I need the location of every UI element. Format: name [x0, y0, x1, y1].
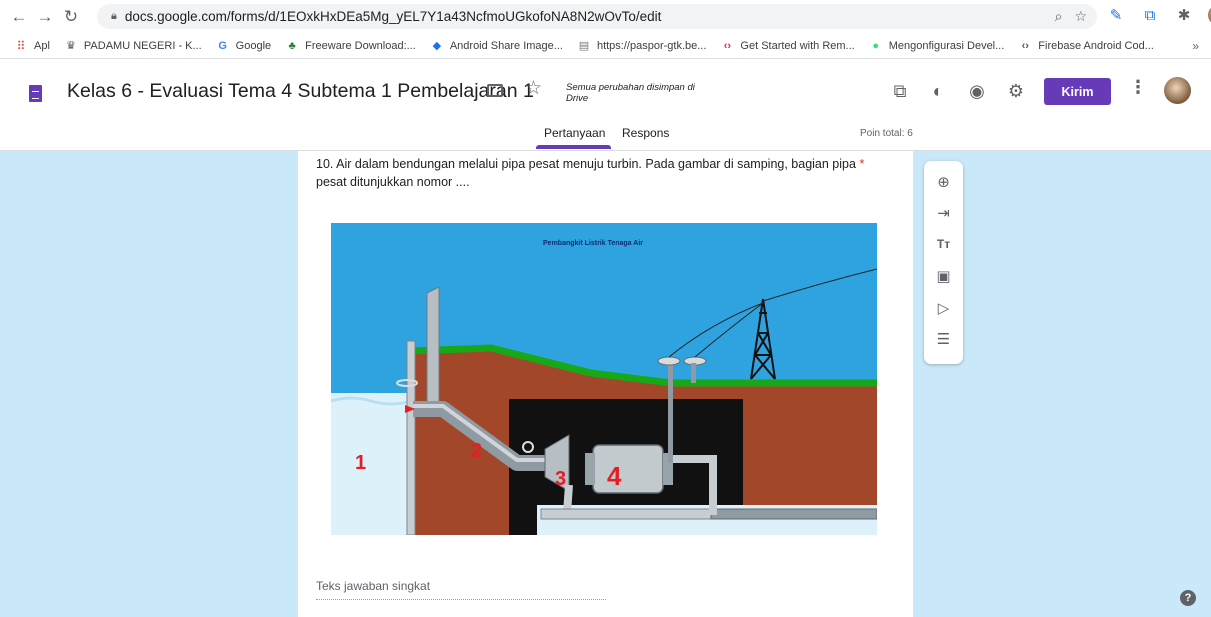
palette-icon[interactable]: ◐: [926, 79, 950, 103]
bookmarks-bar: ⠿ Apl ♛ PADAMU NEGERI - K... G Google ♣ Free…: [0, 33, 1211, 59]
eyedropper-icon[interactable]: ✎: [1106, 5, 1126, 25]
import-questions-icon[interactable]: ⇥: [933, 202, 954, 223]
question-card[interactable]: 10. Air dalam bendungan melalui pipa pes…: [298, 151, 913, 617]
google-icon: G: [218, 39, 227, 52]
label-2: 2: [471, 440, 482, 462]
extensions-puzzle-icon[interactable]: ✱: [1174, 5, 1194, 25]
more-options-icon[interactable]: ⋮: [1129, 77, 1147, 98]
required-asterisk: *: [859, 157, 865, 171]
forms-logo-icon[interactable]: [29, 85, 42, 102]
bookmark-star-icon[interactable]: ☆: [1074, 8, 1087, 25]
form-title[interactable]: Kelas 6 - Evaluasi Tema 4 Subtema 1 Pemb…: [67, 80, 534, 103]
save-status: Semua perubahan disimpan di Drive: [566, 82, 695, 104]
add-title-icon[interactable]: Tт: [933, 233, 954, 254]
settings-gear-icon[interactable]: ⚙: [1004, 79, 1028, 103]
bookmark-item[interactable]: ● Mengonfigurasi Devel...: [869, 39, 1004, 53]
add-image-icon[interactable]: ▣: [933, 265, 954, 286]
bookmark-item[interactable]: ♛ PADAMU NEGERI - K...: [64, 39, 202, 53]
add-question-icon[interactable]: ⊕: [933, 171, 954, 192]
apps-grid-icon: ⠿: [16, 38, 26, 53]
android-icon: ●: [872, 39, 880, 52]
help-icon[interactable]: ?: [1180, 590, 1196, 606]
lock-icon: 🔒︎: [111, 10, 117, 22]
diagram-caption: Pembangkit Listrik Tenaga Air: [543, 240, 643, 247]
addons-puzzle-icon[interactable]: ⧉: [888, 79, 912, 103]
label-4: 4: [607, 461, 622, 491]
folder-icon[interactable]: [487, 84, 503, 97]
star-icon[interactable]: ☆: [525, 77, 542, 100]
browser-toolbar: ← → ↻ 🔒︎ docs.google.com/forms/d/1EOxkHx…: [0, 0, 1211, 33]
total-points: Poin total: 6: [860, 128, 913, 139]
label-3: 3: [555, 468, 566, 490]
question-text[interactable]: 10. Air dalam bendungan melalui pipa pes…: [316, 155, 901, 191]
question-image: Pembangkit Listrik Tenaga Air 1 2 3 4: [331, 223, 877, 535]
tab-questions[interactable]: Pertanyaan: [544, 126, 605, 140]
code-icon: ‹›: [1021, 39, 1029, 52]
share-icon: ◆: [432, 40, 442, 52]
url-text: docs.google.com/forms/d/1EOxkHxDEa5Mg_yE…: [124, 9, 662, 24]
forms-header: Kelas 6 - Evaluasi Tema 4 Subtema 1 Pemb…: [0, 59, 1211, 151]
add-section-icon[interactable]: ☰: [933, 328, 954, 349]
reservoir-water: [331, 393, 411, 535]
preview-eye-icon[interactable]: ◉: [965, 79, 989, 103]
person-extension-icon[interactable]: ⧉: [1140, 5, 1160, 25]
bookmarks-overflow[interactable]: »: [1192, 39, 1199, 53]
reload-icon[interactable]: ↻: [58, 4, 84, 30]
bookmark-item[interactable]: ◆ Android Share Image...: [430, 39, 563, 53]
address-bar[interactable]: 🔒︎ docs.google.com/forms/d/1EOxkHxDEa5Mg…: [97, 4, 1097, 29]
active-tab-indicator: [536, 145, 611, 149]
code-icon: ‹›: [723, 39, 732, 52]
back-arrow-icon[interactable]: ←: [6, 4, 32, 30]
send-button[interactable]: Kirim: [1044, 78, 1111, 105]
bookmark-item[interactable]: G Google: [216, 39, 271, 53]
emblem-icon: ♛: [65, 40, 76, 52]
zoom-icon[interactable]: ⌕: [1055, 8, 1063, 25]
bookmark-item[interactable]: ‹› Firebase Android Cod...: [1018, 39, 1154, 53]
tab-responses[interactable]: Respons: [622, 126, 669, 140]
page-icon: ▤: [578, 40, 590, 52]
forward-arrow-icon[interactable]: →: [32, 4, 58, 30]
bookmark-item[interactable]: ♣ Freeware Download:...: [285, 39, 416, 53]
generator: [592, 444, 664, 494]
short-answer-field[interactable]: Teks jawaban singkat: [316, 579, 606, 600]
palm-icon: ♣: [288, 39, 296, 52]
add-video-icon[interactable]: ▷: [933, 297, 954, 318]
label-1: 1: [355, 452, 366, 474]
bookmark-item[interactable]: ▤ https://paspor-gtk.be...: [577, 39, 707, 53]
hydropower-diagram: Pembangkit Listrik Tenaga Air 1 2 3 4: [331, 223, 877, 535]
bookmark-item[interactable]: ⠿ Apl: [14, 39, 50, 53]
bookmark-item[interactable]: ‹› Get Started with Rem...: [720, 39, 855, 53]
account-avatar[interactable]: [1164, 77, 1191, 104]
floating-toolbar: ⊕ ⇥ Tт ▣ ▷ ☰: [924, 161, 963, 364]
surge-tank: [426, 286, 440, 410]
